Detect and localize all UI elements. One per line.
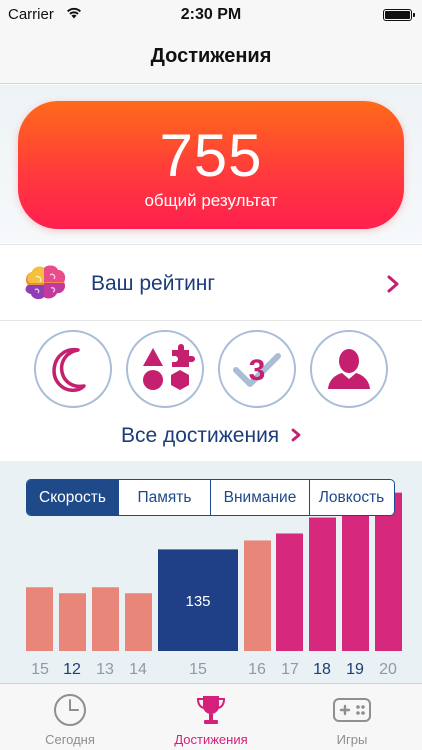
clock-time: 2:30 PM — [180, 6, 242, 23]
chart-tick-label: 15 — [189, 661, 207, 678]
segment-attention[interactable]: Внимание — [211, 480, 310, 515]
page-title: Достижения — [150, 45, 272, 67]
person-icon — [328, 349, 370, 389]
achievement-badge-three[interactable]: 3 — [218, 330, 296, 408]
chart-tick-label: 14 — [129, 661, 147, 678]
segment-memory[interactable]: Память — [119, 480, 211, 515]
moon-icon — [52, 347, 86, 392]
battery-icon — [383, 9, 415, 21]
navigation-bar: Достижения — [0, 30, 422, 84]
clock-icon — [54, 694, 86, 726]
segment-agility[interactable]: Ловкость — [310, 480, 393, 515]
chart-tick-label: 17 — [281, 661, 299, 678]
chart-tick-label: 16 — [248, 661, 266, 678]
rating-row[interactable]: Ваш рейтинг — [0, 244, 422, 321]
chevron-right-icon — [387, 275, 399, 293]
check-three-icon: 3 — [233, 353, 281, 387]
total-score-caption: общий результат — [144, 191, 278, 210]
brain-icon — [25, 265, 66, 300]
chevron-right-icon — [291, 428, 301, 442]
chart-tick-label: 18 — [313, 661, 331, 678]
tab-achievements[interactable]: Достижения — [141, 684, 281, 750]
shapes-icon — [143, 344, 195, 390]
all-achievements-label: Все достижения — [120, 424, 280, 447]
tab-games[interactable]: Игры — [282, 684, 422, 750]
chart-data-label: 135 — [185, 593, 210, 610]
achievement-badge-moon[interactable] — [34, 330, 112, 408]
chart-tick-label: 19 — [346, 661, 364, 678]
chart-bar — [92, 587, 119, 651]
chart-tick-label: 15 — [31, 661, 49, 678]
chart-bar — [309, 517, 336, 651]
chart-tick-label: 13 — [96, 661, 114, 678]
game-type-segmented-control: Скорость Память Внимание Ловкость — [26, 479, 395, 516]
segment-speed[interactable]: Скорость — [27, 480, 119, 515]
achievement-badge-shapes[interactable] — [126, 330, 204, 408]
rating-label: Ваш рейтинг — [91, 272, 216, 295]
chart-bar — [244, 540, 271, 651]
tab-bar: Сегодня Достижения Игры — [0, 683, 422, 750]
trophy-icon — [196, 696, 226, 724]
gamepad-icon — [333, 698, 371, 722]
chart-tick-label: 20 — [379, 661, 397, 678]
chart-bar — [342, 512, 369, 651]
tab-today-label: Сегодня — [45, 732, 95, 747]
svg-text:3: 3 — [249, 354, 266, 387]
tab-achievements-label: Достижения — [174, 732, 248, 747]
tab-today[interactable]: Сегодня — [0, 684, 140, 750]
score-section: 755 общий результат — [0, 85, 422, 243]
total-score-value: 755 — [159, 122, 263, 189]
all-achievements-link[interactable]: Все достижения — [0, 424, 422, 448]
chart-bar — [26, 587, 53, 651]
tab-games-label: Игры — [336, 732, 368, 747]
progress-chart-section: 15 12 13 14 15 135 16 17 18 19 20 Скорость Память … — [0, 461, 422, 683]
total-score-card: 755 общий результат — [18, 101, 404, 229]
chart-bar — [375, 492, 402, 651]
chart-bar — [125, 593, 152, 651]
chart-tick-label: 12 — [63, 661, 81, 678]
chart-bar — [59, 593, 86, 651]
status-bar: Carrier 2:30 PM — [0, 0, 422, 30]
achievements-section: 3 Все достижения — [0, 322, 422, 460]
chart-bar — [276, 533, 303, 651]
achievement-badge-person[interactable] — [310, 330, 388, 408]
